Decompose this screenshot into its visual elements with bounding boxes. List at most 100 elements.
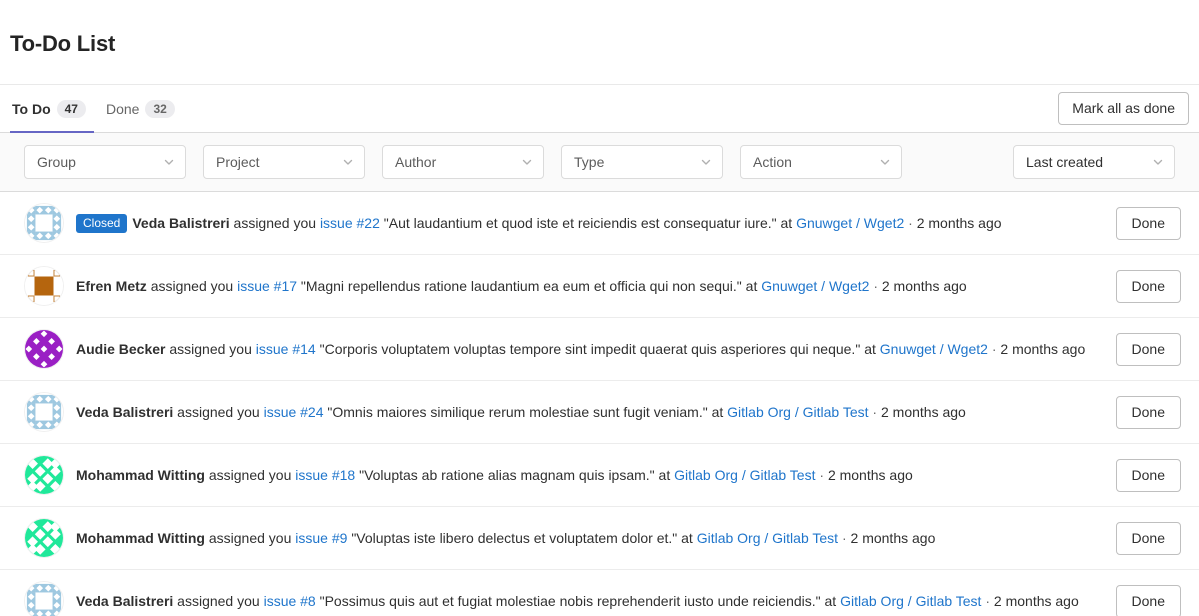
tab-label: To Do: [12, 101, 51, 117]
todo-title: "Aut laudantium et quod iste et reiciend…: [384, 215, 777, 231]
done-button[interactable]: Done: [1116, 459, 1181, 492]
filter-author-label: Author: [395, 154, 511, 170]
avatar: [24, 329, 64, 369]
todo-separator: ·: [992, 341, 997, 357]
sort-label: Last created: [1026, 154, 1142, 170]
avatar: [24, 518, 64, 558]
todo-timestamp: 2 months ago: [917, 215, 1002, 231]
todo-separator: ·: [908, 215, 913, 231]
todo-action: assigned you: [209, 467, 292, 483]
avatar: [24, 203, 64, 243]
filter-action-dropdown[interactable]: Action: [740, 145, 902, 179]
issue-link[interactable]: issue #22: [320, 215, 380, 231]
todo-at-label: at: [864, 341, 876, 357]
sort-dropdown[interactable]: Last created: [1013, 145, 1175, 179]
todo-list: ClosedVeda Balistreri assigned you issue…: [0, 192, 1199, 616]
todo-separator: ·: [872, 404, 877, 420]
todo-timestamp: 2 months ago: [828, 467, 913, 483]
issue-link[interactable]: issue #14: [256, 341, 316, 357]
todo-title: "Magni repellendus ratione laudantium ea…: [301, 278, 742, 294]
filter-group-label: Group: [37, 154, 153, 170]
filter-type-dropdown[interactable]: Type: [561, 145, 723, 179]
project-link[interactable]: Gitlab Org / Gitlab Test: [697, 530, 838, 546]
done-button[interactable]: Done: [1116, 270, 1181, 303]
todo-row[interactable]: Veda Balistreri assigned you issue #24 "…: [0, 381, 1199, 444]
issue-link[interactable]: issue #18: [295, 467, 355, 483]
todo-separator: ·: [842, 530, 847, 546]
todo-action: assigned you: [169, 341, 252, 357]
todo-timestamp: 2 months ago: [1000, 341, 1085, 357]
todo-timestamp: 2 months ago: [994, 593, 1079, 609]
todo-row[interactable]: Audie Becker assigned you issue #14 "Cor…: [0, 318, 1199, 381]
tab-count-badge: 32: [145, 100, 174, 118]
done-button[interactable]: Done: [1116, 585, 1181, 616]
todo-at-label: at: [781, 215, 793, 231]
todo-at-label: at: [825, 593, 837, 609]
todo-title: "Voluptas iste libero delectus et volupt…: [351, 530, 677, 546]
todo-author: Audie Becker: [76, 341, 165, 357]
tab-done[interactable]: Done32: [102, 84, 189, 133]
todo-timestamp: 2 months ago: [851, 530, 936, 546]
todo-at-label: at: [681, 530, 693, 546]
todo-text: ClosedVeda Balistreri assigned you issue…: [76, 213, 1102, 233]
issue-link[interactable]: issue #9: [295, 530, 347, 546]
tab-count-badge: 47: [57, 100, 86, 118]
todo-row[interactable]: Mohammad Witting assigned you issue #18 …: [0, 444, 1199, 507]
todo-text: Mohammad Witting assigned you issue #18 …: [76, 465, 1102, 485]
project-link[interactable]: Gitlab Org / Gitlab Test: [727, 404, 868, 420]
project-link[interactable]: Gnuwget / Wget2: [761, 278, 869, 294]
issue-link[interactable]: issue #24: [264, 404, 324, 420]
chevron-down-icon: [163, 156, 175, 168]
todo-at-label: at: [712, 404, 724, 420]
todo-text: Audie Becker assigned you issue #14 "Cor…: [76, 339, 1102, 359]
todo-at-label: at: [746, 278, 758, 294]
avatar: [24, 581, 64, 616]
todo-action: assigned you: [234, 215, 317, 231]
mark-all-as-done-button[interactable]: Mark all as done: [1058, 92, 1189, 125]
done-button[interactable]: Done: [1116, 396, 1181, 429]
todo-author: Mohammad Witting: [76, 530, 205, 546]
todo-row[interactable]: ClosedVeda Balistreri assigned you issue…: [0, 192, 1199, 255]
todo-page: To-Do List To Do47Done32 Mark all as don…: [0, 15, 1199, 616]
avatar: [24, 392, 64, 432]
issue-link[interactable]: issue #8: [264, 593, 316, 609]
todo-title: "Corporis voluptatem voluptas tempore si…: [320, 341, 861, 357]
todo-row[interactable]: Veda Balistreri assigned you issue #8 "P…: [0, 570, 1199, 616]
filter-group-dropdown[interactable]: Group: [24, 145, 186, 179]
filter-author-dropdown[interactable]: Author: [382, 145, 544, 179]
done-button[interactable]: Done: [1116, 207, 1181, 240]
todo-author: Veda Balistreri: [132, 215, 229, 231]
page-title: To-Do List: [0, 15, 1199, 70]
filter-type-label: Type: [574, 154, 690, 170]
todo-title: "Possimus quis aut et fugiat molestiae n…: [320, 593, 821, 609]
todo-text: Veda Balistreri assigned you issue #24 "…: [76, 402, 1102, 422]
todo-text: Mohammad Witting assigned you issue #9 "…: [76, 528, 1102, 548]
tab-to-do[interactable]: To Do 47: [10, 84, 102, 133]
project-link[interactable]: Gitlab Org / Gitlab Test: [674, 467, 815, 483]
project-link[interactable]: Gnuwget / Wget2: [880, 341, 988, 357]
project-link[interactable]: Gnuwget / Wget2: [796, 215, 904, 231]
avatar: [24, 266, 64, 306]
todo-row[interactable]: Mohammad Witting assigned you issue #9 "…: [0, 507, 1199, 570]
todo-text: Veda Balistreri assigned you issue #8 "P…: [76, 591, 1102, 611]
issue-link[interactable]: issue #17: [237, 278, 297, 294]
filter-project-dropdown[interactable]: Project: [203, 145, 365, 179]
done-button[interactable]: Done: [1116, 522, 1181, 555]
chevron-down-icon: [342, 156, 354, 168]
tab-list: To Do 47 Done32: [10, 84, 189, 133]
todo-author: Mohammad Witting: [76, 467, 205, 483]
tabs-bar: To Do 47 Done32 Mark all as done: [0, 84, 1199, 133]
todo-action: assigned you: [209, 530, 292, 546]
todo-action: assigned you: [177, 593, 260, 609]
chevron-down-icon: [700, 156, 712, 168]
todo-author: Veda Balistreri: [76, 404, 173, 420]
done-button[interactable]: Done: [1116, 333, 1181, 366]
todo-author: Veda Balistreri: [76, 593, 173, 609]
chevron-down-icon: [879, 156, 891, 168]
project-link[interactable]: Gitlab Org / Gitlab Test: [840, 593, 981, 609]
todo-text: Efren Metz assigned you issue #17 "Magni…: [76, 276, 1102, 296]
todo-separator: ·: [873, 278, 878, 294]
todo-row[interactable]: Efren Metz assigned you issue #17 "Magni…: [0, 255, 1199, 318]
todo-separator: ·: [985, 593, 990, 609]
avatar: [24, 455, 64, 495]
